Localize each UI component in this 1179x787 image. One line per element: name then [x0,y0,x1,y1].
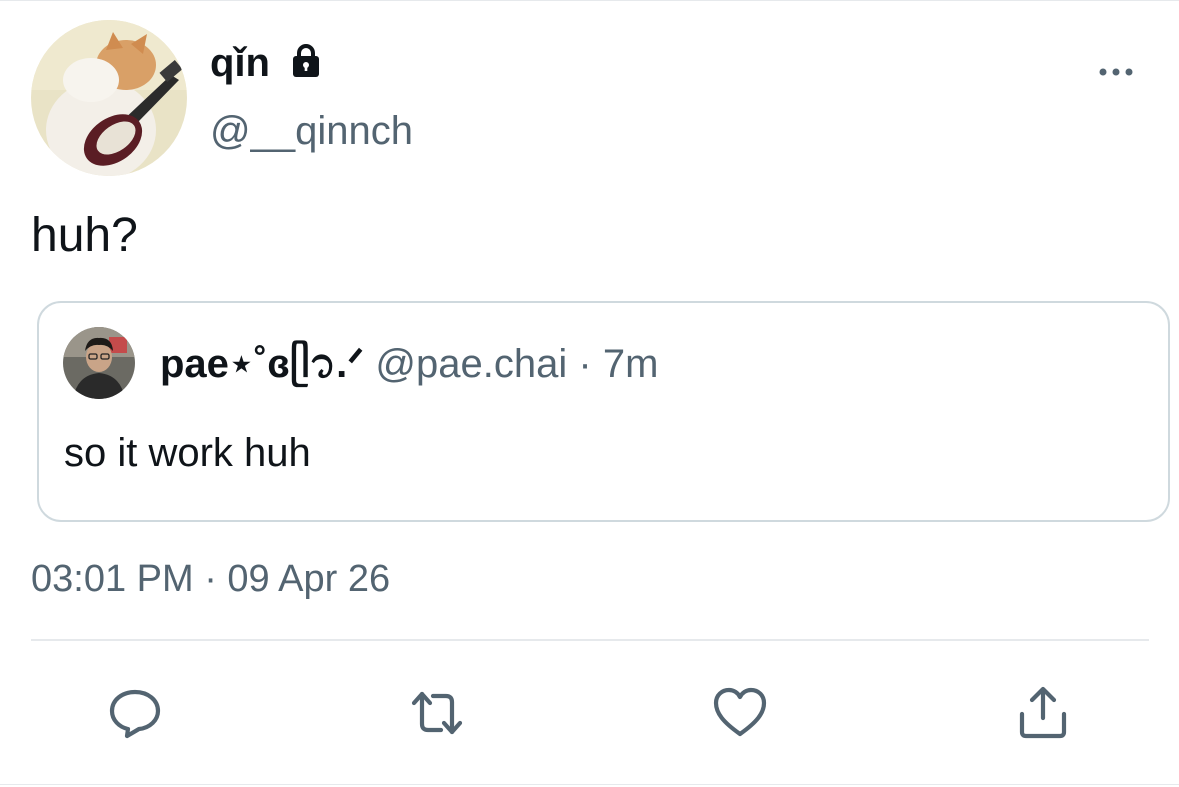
author-avatar[interactable] [31,20,187,176]
heart-icon [713,687,767,737]
retweet-icon [411,691,463,735]
quote-author-avatar[interactable] [63,327,135,399]
quote-author-handle[interactable]: @pae.chai [375,342,567,386]
quoted-tweet-card[interactable] [37,301,1170,522]
retweet-button[interactable] [408,684,466,742]
author-display-name[interactable]: qǐn [210,38,270,88]
quote-header: pae⋆˚ɞᥫ᭡.ᐟ @pae.chai · 7m [160,339,658,389]
tweet-timestamp[interactable]: 03:01 PM · 09 Apr 26 [31,554,390,604]
quote-text: so it work huh [64,431,311,475]
person-avatar [63,327,135,399]
share-button[interactable] [1014,684,1072,742]
tweet-text: huh? [31,209,138,262]
share-icon [1019,686,1067,739]
quote-separator: · [578,342,592,386]
author-handle[interactable]: @__qinnch [210,106,413,156]
cat-with-guitar-avatar [31,20,187,176]
more-horizontal-icon[interactable] [1096,62,1136,82]
like-button[interactable] [711,684,769,742]
quote-author-name[interactable]: pae⋆˚ɞᥫ᭡.ᐟ [160,342,364,386]
lock-icon [293,44,319,77]
quote-time[interactable]: 7m [603,342,659,386]
reply-button[interactable] [106,684,164,742]
reply-icon [109,689,161,739]
top-border [0,0,1179,1]
bottom-border [0,784,1179,785]
divider [31,639,1149,641]
